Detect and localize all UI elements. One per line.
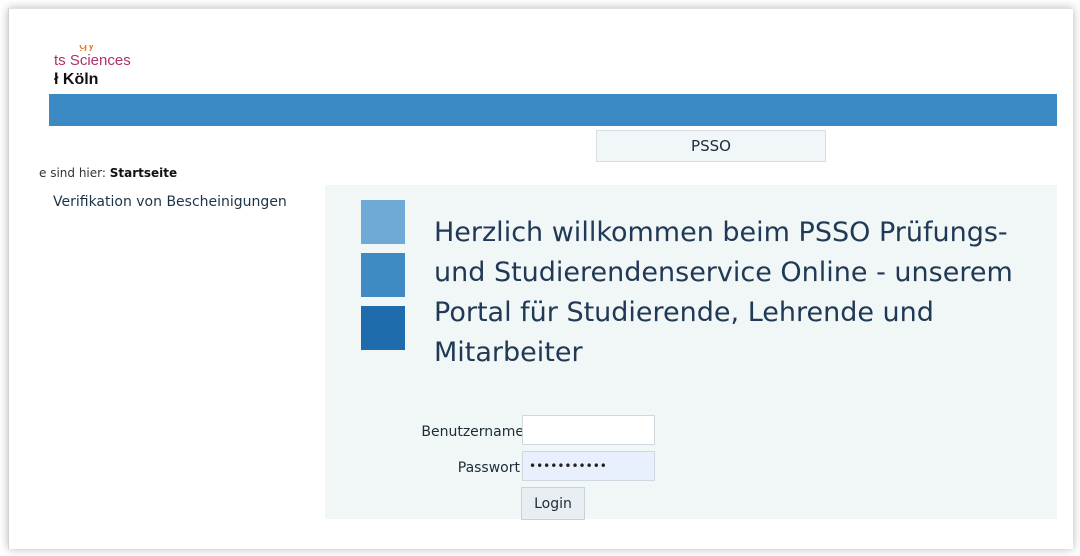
browser-page: gy ts Sciences ł Köln PSSO e sind hier: … (8, 8, 1073, 549)
breadcrumb: e sind hier: Startseite (39, 166, 177, 180)
logo-text-koeln: ł Köln (54, 71, 99, 88)
tab-psso-label: PSSO (691, 137, 731, 155)
sidebar-item-verifikation[interactable]: Verifikation von Bescheinigungen (53, 194, 287, 210)
decor-square-light (361, 200, 405, 244)
username-label: Benutzername (421, 424, 524, 440)
login-button[interactable]: Login (521, 487, 585, 520)
decor-square-dark (361, 306, 405, 350)
password-field[interactable] (522, 451, 655, 481)
tab-psso[interactable]: PSSO (596, 130, 826, 162)
header-bar (49, 94, 1057, 126)
breadcrumb-current: Startseite (109, 166, 178, 180)
welcome-panel: Herzlich willkommen beim PSSO Prüfungs- … (325, 185, 1057, 520)
decor-square-mid (361, 253, 405, 297)
username-field[interactable] (522, 415, 655, 445)
breadcrumb-prefix: e sind hier: (39, 166, 110, 180)
password-label: Passwort (457, 460, 520, 476)
welcome-heading: Herzlich willkommen beim PSSO Prüfungs- … (434, 217, 1013, 368)
logo-top-fragment: gy (79, 45, 139, 51)
logo-text-sciences: ts Sciences (54, 52, 131, 69)
